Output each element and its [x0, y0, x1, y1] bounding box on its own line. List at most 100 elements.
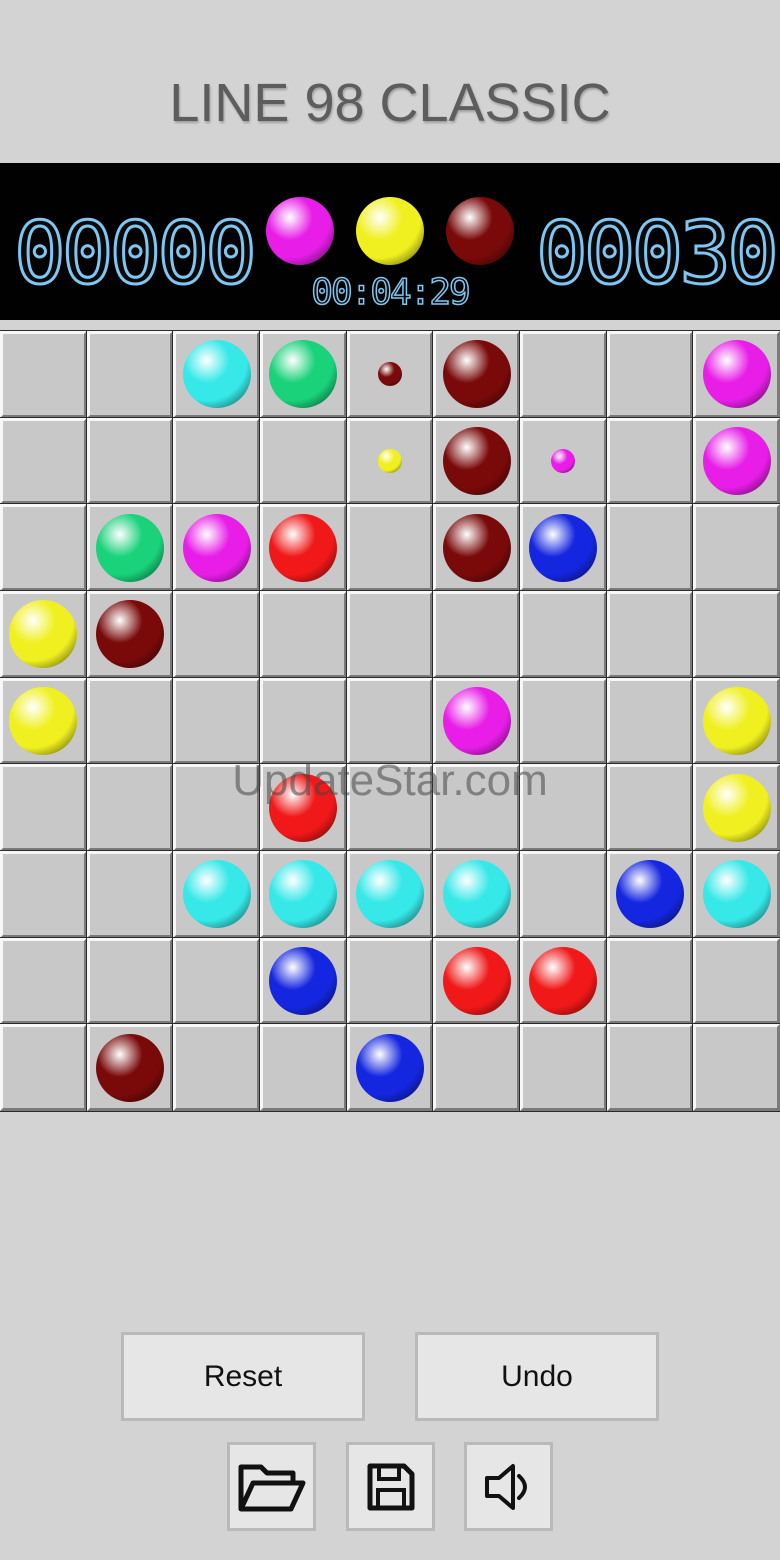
- board-cell[interactable]: [692, 1023, 780, 1112]
- board-cell[interactable]: [85, 849, 175, 939]
- board-cell[interactable]: [258, 936, 348, 1026]
- board-cell[interactable]: [692, 503, 780, 592]
- board-cell[interactable]: [172, 589, 261, 679]
- board-cell[interactable]: [692, 676, 780, 766]
- board-cell[interactable]: [605, 1023, 695, 1112]
- board-cell[interactable]: [518, 1023, 608, 1112]
- ball[interactable]: [95, 513, 164, 582]
- board-cell[interactable]: [0, 1023, 88, 1112]
- ball[interactable]: [355, 1033, 424, 1102]
- preview-ball[interactable]: [377, 362, 402, 387]
- board-cell[interactable]: [0, 503, 88, 592]
- board-cell[interactable]: [518, 330, 608, 419]
- preview-ball[interactable]: [551, 448, 576, 473]
- ball[interactable]: [442, 426, 511, 495]
- board-cell[interactable]: [345, 503, 435, 592]
- board-cell[interactable]: [605, 503, 695, 592]
- board-cell[interactable]: [692, 330, 780, 419]
- board-cell[interactable]: [172, 416, 261, 506]
- board-cell[interactable]: [518, 936, 608, 1026]
- undo-button[interactable]: Undo: [415, 1332, 659, 1421]
- board-cell[interactable]: [692, 936, 780, 1026]
- board-cell[interactable]: [432, 676, 521, 766]
- board-cell[interactable]: [85, 763, 175, 852]
- board-cell[interactable]: [432, 330, 521, 419]
- board-cell[interactable]: [258, 763, 348, 852]
- ball[interactable]: [269, 946, 338, 1015]
- ball[interactable]: [269, 860, 338, 929]
- board-cell[interactable]: [172, 849, 261, 939]
- ball[interactable]: [442, 860, 511, 929]
- board-cell[interactable]: [432, 936, 521, 1026]
- board-cell[interactable]: [692, 849, 780, 939]
- board-cell[interactable]: [172, 763, 261, 852]
- board-cell[interactable]: [518, 416, 608, 506]
- board-cell[interactable]: [0, 330, 88, 419]
- board-cell[interactable]: [258, 589, 348, 679]
- ball[interactable]: [702, 686, 771, 755]
- ball[interactable]: [95, 1033, 164, 1102]
- ball[interactable]: [9, 686, 78, 755]
- board-cell[interactable]: [345, 330, 435, 419]
- board-cell[interactable]: [345, 849, 435, 939]
- ball[interactable]: [442, 513, 511, 582]
- board-cell[interactable]: [258, 330, 348, 419]
- board-cell[interactable]: [345, 589, 435, 679]
- ball[interactable]: [9, 600, 78, 669]
- board-cell[interactable]: [605, 763, 695, 852]
- board-cell[interactable]: [172, 1023, 261, 1112]
- board-cell[interactable]: [692, 416, 780, 506]
- ball[interactable]: [269, 340, 338, 409]
- board-cell[interactable]: [0, 676, 88, 766]
- board-cell[interactable]: [85, 589, 175, 679]
- board-cell[interactable]: [518, 849, 608, 939]
- ball[interactable]: [615, 860, 684, 929]
- board-cell[interactable]: [345, 763, 435, 852]
- board-cell[interactable]: [85, 936, 175, 1026]
- board-cell[interactable]: [605, 589, 695, 679]
- board-cell[interactable]: [85, 676, 175, 766]
- ball[interactable]: [269, 773, 338, 842]
- board-cell[interactable]: [345, 936, 435, 1026]
- board-cell[interactable]: [605, 416, 695, 506]
- board-cell[interactable]: [0, 416, 88, 506]
- board-cell[interactable]: [518, 763, 608, 852]
- board-cell[interactable]: [605, 849, 695, 939]
- board-cell[interactable]: [172, 330, 261, 419]
- ball[interactable]: [182, 860, 251, 929]
- board-cell[interactable]: [432, 1023, 521, 1112]
- board-cell[interactable]: [432, 503, 521, 592]
- ball[interactable]: [702, 773, 771, 842]
- board-cell[interactable]: [85, 503, 175, 592]
- ball[interactable]: [529, 513, 598, 582]
- board-cell[interactable]: [0, 763, 88, 852]
- board-cell[interactable]: [345, 676, 435, 766]
- board-cell[interactable]: [518, 589, 608, 679]
- board-cell[interactable]: [432, 849, 521, 939]
- board-cell[interactable]: [0, 589, 88, 679]
- board-cell[interactable]: [0, 936, 88, 1026]
- reset-button[interactable]: Reset: [121, 1332, 365, 1421]
- board-cell[interactable]: [85, 330, 175, 419]
- board-cell[interactable]: [432, 589, 521, 679]
- board-cell[interactable]: [258, 416, 348, 506]
- preview-ball[interactable]: [377, 448, 402, 473]
- board-cell[interactable]: [172, 503, 261, 592]
- board-cell[interactable]: [345, 416, 435, 506]
- board-cell[interactable]: [258, 1023, 348, 1112]
- board-cell[interactable]: [692, 763, 780, 852]
- ball[interactable]: [702, 340, 771, 409]
- ball[interactable]: [702, 426, 771, 495]
- ball[interactable]: [95, 600, 164, 669]
- board-cell[interactable]: [172, 936, 261, 1026]
- ball[interactable]: [355, 860, 424, 929]
- board-cell[interactable]: [692, 589, 780, 679]
- board-cell[interactable]: [258, 849, 348, 939]
- board-cell[interactable]: [258, 676, 348, 766]
- sound-button[interactable]: [464, 1442, 553, 1531]
- board-cell[interactable]: [345, 1023, 435, 1112]
- board-cell[interactable]: [518, 503, 608, 592]
- ball[interactable]: [182, 513, 251, 582]
- ball[interactable]: [442, 686, 511, 755]
- ball[interactable]: [529, 946, 598, 1015]
